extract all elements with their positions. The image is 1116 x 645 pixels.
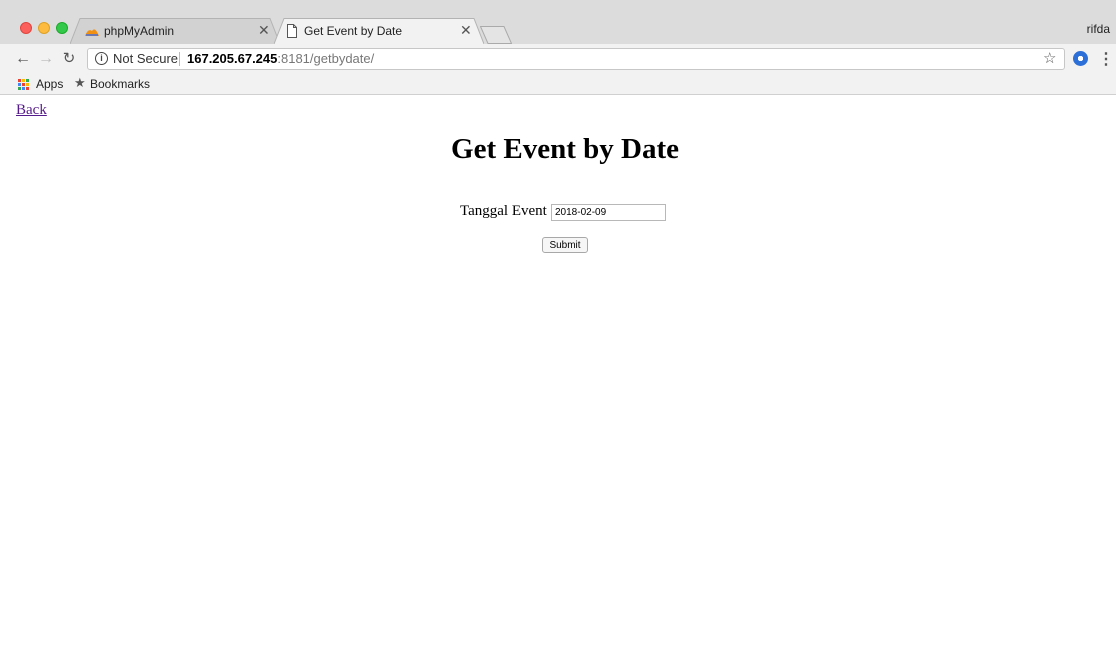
tab-title: Get Event by Date: [304, 24, 403, 38]
info-icon[interactable]: i: [95, 52, 108, 65]
bookmarks-bar: Apps ★ Bookmarks: [0, 74, 1116, 95]
security-label[interactable]: Not Secure: [113, 49, 178, 69]
minimize-window-button[interactable]: [38, 22, 50, 34]
back-link[interactable]: Back: [16, 102, 47, 119]
tab-title: phpMyAdmin: [104, 24, 175, 38]
divider: [179, 52, 180, 66]
browser-toolbar: ← → ↻ i Not Secure 167.205.67.245:8181/g…: [0, 44, 1116, 74]
date-input[interactable]: [551, 204, 666, 221]
page-title: Get Event by Date: [451, 133, 679, 165]
menu-kebab-icon[interactable]: ⋮: [1098, 49, 1114, 69]
address-bar[interactable]: i Not Secure 167.205.67.245:8181/getbyda…: [87, 48, 1065, 70]
browser-title-bar: phpMyAdmin ✕ Get Event by Date ✕ rifda: [0, 0, 1116, 45]
close-tab-icon[interactable]: ✕: [460, 22, 472, 39]
back-arrow-icon[interactable]: ←: [14, 49, 32, 69]
date-field-label: Tanggal Event :: [460, 203, 555, 219]
url-path: :8181/getbydate/: [277, 51, 375, 66]
extension-icon[interactable]: [1073, 51, 1088, 66]
url-text[interactable]: 167.205.67.245:8181/getbydate/: [187, 49, 374, 69]
url-host: 167.205.67.245: [187, 51, 278, 66]
document-icon: [287, 24, 297, 38]
apps-grid-icon[interactable]: [18, 79, 29, 90]
close-window-button[interactable]: [20, 22, 32, 34]
bookmark-star-icon[interactable]: ☆: [1043, 49, 1056, 69]
close-tab-icon[interactable]: ✕: [258, 22, 270, 39]
tab-phpmyadmin[interactable]: phpMyAdmin ✕: [70, 18, 280, 44]
zoom-window-button[interactable]: [56, 22, 68, 34]
profile-name[interactable]: rifda: [1087, 22, 1110, 36]
tab-shape: [70, 18, 280, 44]
forward-arrow-icon[interactable]: →: [37, 49, 55, 69]
bookmark-bookmarks[interactable]: Bookmarks: [90, 77, 150, 91]
phpmyadmin-icon: [85, 29, 99, 36]
bookmark-apps[interactable]: Apps: [36, 77, 63, 91]
new-tab-button[interactable]: [480, 26, 512, 44]
star-icon: ★: [74, 75, 86, 90]
page-content: Back Get Event by Date Tanggal Event : S…: [0, 95, 1116, 645]
reload-icon[interactable]: ↻: [60, 49, 78, 69]
tab-get-event-by-date[interactable]: Get Event by Date ✕: [274, 18, 484, 44]
submit-button[interactable]: Submit: [542, 237, 588, 253]
